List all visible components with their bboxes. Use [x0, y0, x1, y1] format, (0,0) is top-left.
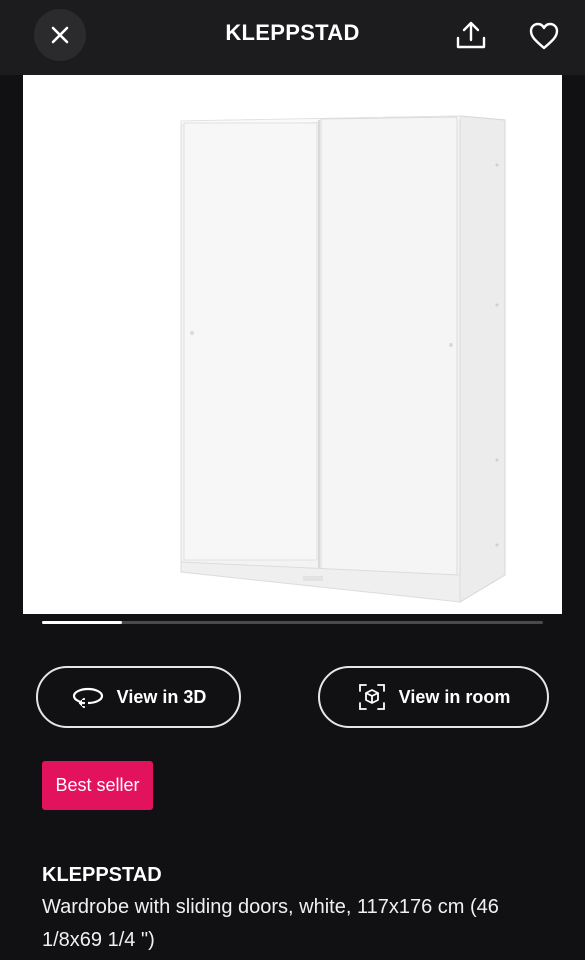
- best-seller-badge: Best seller: [42, 761, 153, 810]
- heart-icon: [529, 22, 559, 50]
- view-in-room-button[interactable]: View in room: [318, 666, 549, 728]
- page-title: KLEPPSTAD: [225, 20, 360, 45]
- wardrobe-illustration: [23, 75, 562, 614]
- favorite-button[interactable]: [526, 18, 562, 54]
- view-in-3d-button[interactable]: View in 3D: [36, 666, 241, 728]
- share-icon: [456, 21, 486, 49]
- gallery-progress: [42, 621, 543, 624]
- product-description: Wardrobe with sliding doors, white, 117x…: [42, 896, 499, 951]
- view-in-room-label: View in room: [398, 686, 511, 707]
- top-bar: KLEPPSTAD: [0, 0, 585, 75]
- view-in-3d-label: View in 3D: [116, 686, 207, 707]
- share-button[interactable]: [453, 18, 489, 54]
- rotate-3d-icon: [72, 687, 103, 709]
- gallery-progress-fill: [42, 621, 123, 624]
- ar-cube-icon: [358, 684, 385, 710]
- product-image[interactable]: [23, 75, 562, 614]
- product-name: KLEPPSTAD: [42, 864, 162, 886]
